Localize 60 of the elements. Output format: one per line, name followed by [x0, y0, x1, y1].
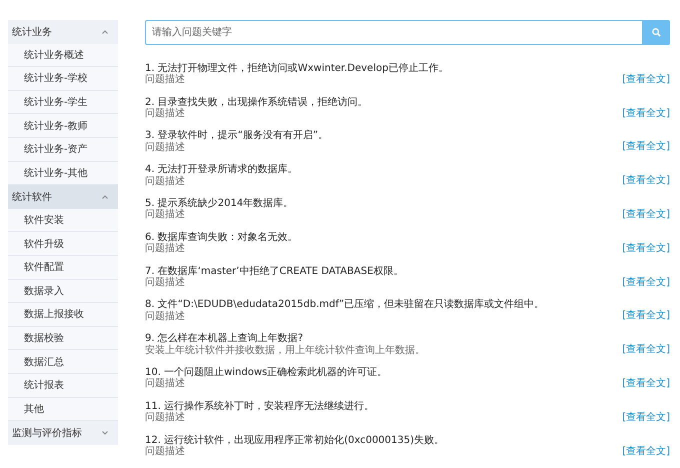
sidebar-item[interactable]: 统计业务-教师 [8, 114, 118, 138]
question-title: 11. 运行操作系统补丁时，安装程序无法继续进行。 [145, 400, 374, 412]
question-title: 7. 在数据库‘master’中拒绝了CREATE DATABASE权限。 [145, 266, 404, 277]
chevron-up-icon [102, 194, 108, 199]
view-full-link[interactable]: [查看全文] [622, 206, 670, 221]
question-description: 问题描述 [145, 176, 186, 188]
view-full-link[interactable]: [查看全文] [622, 274, 670, 289]
sidebar-item[interactable]: 数据上报接收 [8, 303, 118, 327]
view-full-link[interactable]: [查看全文] [622, 72, 670, 86]
question-title: 4. 无法打开登录所请求的数据库。 [145, 164, 298, 176]
sidebar-group-header[interactable]: 统计业务 [8, 20, 118, 44]
view-full-link[interactable]: [查看全文] [622, 106, 670, 120]
question-description: 问题描述 [145, 310, 186, 322]
question-description: 问题描述 [145, 108, 186, 120]
sidebar-item[interactable]: 数据校验 [8, 326, 118, 350]
sidebar-item[interactable]: 其他 [8, 398, 118, 422]
question-description: 问题描述 [145, 243, 186, 255]
sidebar-item[interactable]: 统计业务-资产 [8, 138, 118, 162]
sidebar-item[interactable]: 统计报表 [8, 374, 118, 398]
question-title: 10. 一个问题阻止windows正确检索此机器的许可证。 [145, 366, 388, 378]
sidebar-item[interactable]: 统计业务-其他 [8, 162, 118, 186]
question-title: 6. 数据库查询失败：对象名无效。 [145, 232, 298, 243]
question-description: 问题描述 [145, 74, 186, 86]
sidebar-item[interactable]: 软件升级 [8, 232, 118, 256]
question-title: 9. 怎么样在本机器上查询上年数据? [145, 333, 304, 344]
question-description: 安装上年统计软件并接收数据，用上年统计软件查询上年数据。 [145, 344, 425, 356]
sidebar-item[interactable]: 软件配置 [8, 256, 118, 280]
sidebar-group-header[interactable]: 监测与评价指标 [8, 421, 118, 445]
view-full-link[interactable]: [查看全文] [622, 410, 670, 424]
sidebar-item[interactable]: 统计业务-学校 [8, 67, 118, 91]
question-description: 问题描述 [145, 378, 186, 390]
question-title: 12. 运行统计软件，出现应用程序正常初始化(0xc0000135)失败。 [145, 434, 444, 446]
question-description: 问题描述 [145, 142, 186, 154]
view-full-link[interactable]: [查看全文] [622, 308, 670, 322]
question-description: 问题描述 [145, 277, 186, 289]
view-full-link[interactable]: [查看全文] [622, 376, 670, 390]
question-description: 问题描述 [145, 209, 186, 221]
view-full-link[interactable]: [查看全文] [622, 342, 670, 356]
question-description: 问题描述 [145, 446, 186, 458]
question-description: 问题描述 [145, 412, 186, 424]
chevron-up-icon [102, 30, 108, 34]
search-button[interactable] [642, 20, 670, 45]
view-full-link[interactable]: [查看全文] [622, 139, 670, 154]
question-title: 3. 登录软件时，提示“服务没有有开启”。 [145, 130, 328, 142]
search-icon [652, 28, 660, 37]
search-field[interactable]: 请输入问题关键字 [145, 20, 642, 45]
question-title: 5. 提示系统缺少2014年数据库。 [145, 198, 294, 209]
chevron-down-icon [102, 430, 108, 435]
question-title: 8. 文件“D:\EDUDB\edudata2015db.mdf”已压缩，但未驻留在只读数据库或文件组中。 [145, 299, 544, 310]
sidebar-item[interactable]: 统计业务-学生 [8, 90, 118, 114]
view-full-link[interactable]: [查看全文] [622, 240, 670, 255]
sidebar-item[interactable]: 数据汇总 [8, 350, 118, 374]
sidebar-item[interactable]: 软件安装 [8, 208, 118, 232]
question-title: 2. 目录查找失败，出现操作系统错误，拒绝访问。 [145, 96, 368, 108]
view-full-link[interactable]: [查看全文] [622, 173, 670, 188]
sidebar-item[interactable]: 数据录入 [8, 280, 118, 304]
view-full-link[interactable]: [查看全文] [622, 444, 670, 458]
sidebar-item[interactable]: 统计业务概述 [8, 44, 118, 68]
question-title: 1. 无法打开物理文件，拒绝访问或Wxwinter.Develop已停止工作。 [145, 62, 448, 74]
sidebar-group-header[interactable]: 统计软件 [8, 185, 118, 209]
